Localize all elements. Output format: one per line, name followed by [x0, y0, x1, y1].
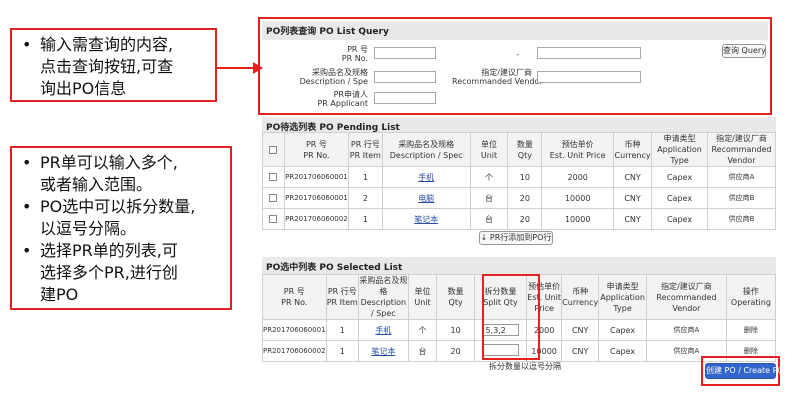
split-qty-highlight: [482, 274, 540, 360]
pr-item-cell: 1: [347, 166, 383, 188]
select-all-checkbox-cell[interactable]: [262, 132, 285, 167]
split-note: 拆分数量以逗号分隔: [489, 362, 561, 371]
col-unit: 单位 Unit: [407, 274, 438, 320]
range-dash: -: [516, 50, 520, 59]
qty-cell: 10: [436, 319, 475, 341]
col-app-type: 申请类型 Application Type: [651, 132, 708, 167]
col-qty: 数量 Qty: [507, 132, 543, 167]
col-pr-item: PR 行号 PR Item: [347, 132, 383, 167]
type-cell: Capex: [598, 340, 647, 362]
pr-no-cell: PR201706060002: [283, 208, 349, 230]
description-link[interactable]: 笔记本: [371, 347, 395, 356]
create-po-button[interactable]: 创建 PO / Create PO: [705, 363, 784, 379]
callout-query-tip: • 输入需查询的内容, 点击查询按钮,可查 询出PO信息: [10, 28, 217, 102]
col-currency: 币种 Currency: [613, 132, 653, 167]
unit-cell: 个: [469, 166, 509, 188]
qty-cell: 20: [436, 340, 475, 362]
pending-table: PR 号 PR No. PR 行号 PR Item 采购品名及规格 Descripti…: [262, 132, 777, 230]
unit-cell: 台: [469, 187, 509, 209]
pr-item-cell: 1: [325, 340, 360, 362]
query-button[interactable]: 查询 Query: [722, 44, 766, 58]
pr-number-to-input[interactable]: [537, 47, 641, 59]
col-vendor: 指定/建议厂商 Recommanded Vendor: [706, 132, 777, 167]
col-operating: 操作 Operating: [725, 274, 777, 320]
description-link[interactable]: 手机: [375, 326, 391, 335]
pr-number-label: PR 号 PR No.: [341, 45, 368, 63]
qty-cell: 10: [507, 166, 543, 188]
vendor-cell: 供应商B: [706, 187, 777, 209]
pr-number-from-input[interactable]: [374, 47, 436, 59]
query-panel-title: PO列表查询 PO List Query: [262, 21, 768, 40]
price-cell: 10000: [541, 208, 615, 230]
spec-input[interactable]: [374, 71, 436, 83]
type-cell: Capex: [651, 166, 708, 188]
type-cell: Capex: [651, 208, 708, 230]
price-cell: 2000: [541, 166, 615, 188]
applicant-input[interactable]: [374, 92, 436, 104]
pr-item-cell: 1: [347, 208, 383, 230]
pending-header-row: PR 号 PR No. PR 行号 PR Item 采购品名及规格 Descripti…: [262, 132, 777, 167]
qty-cell: 20: [507, 208, 543, 230]
currency-cell: CNY: [613, 187, 653, 209]
table-row[interactable]: PR201706060002 1 笔记本 台 20 10000 CNY Cape…: [262, 208, 777, 230]
qty-cell: 20: [507, 187, 543, 209]
unit-cell: 台: [469, 208, 509, 230]
currency-cell: CNY: [561, 319, 600, 341]
bullet: •: [22, 35, 32, 54]
type-cell: Capex: [598, 319, 647, 341]
callout-arrow-line: [217, 67, 257, 69]
add-to-po-button[interactable]: ↓ PR行添加到PO行: [479, 231, 553, 245]
col-pr-item: PR 行号 PR Item: [325, 274, 360, 320]
currency-cell: CNY: [613, 208, 653, 230]
pr-no-cell: PR201706060001: [283, 187, 349, 209]
row-checkbox[interactable]: [269, 173, 278, 181]
col-unit: 单位 Unit: [469, 132, 509, 167]
unit-cell: 台: [407, 340, 438, 362]
table-row[interactable]: PR201706060001 2 电脑 台 20 10000 CNY Capex…: [262, 187, 777, 209]
tip-pr-input: • PR单可以输入多个, 或者输入范围。: [22, 153, 178, 194]
currency-cell: CNY: [613, 166, 653, 188]
spec-label: 采购品名及规格 Description / Spe: [299, 68, 368, 86]
table-row[interactable]: PR201706060001 1 手机 个 10 2000 CNY Capex …: [262, 166, 777, 188]
col-qty: 数量 Qty: [436, 274, 475, 320]
vendor-cell: 供应商B: [706, 208, 777, 230]
col-est-price: 预估单价 Est. Unit Price: [541, 132, 615, 167]
col-pr-no: PR 号 PR No.: [283, 132, 349, 167]
vendor-label: 指定/建议厂商 Recommanded Vendor: [452, 68, 543, 86]
callout-query-text: • 输入需查询的内容, 点击查询按钮,可查 询出PO信息: [22, 35, 174, 98]
select-all-checkbox[interactable]: [269, 145, 278, 154]
price-cell: 10000: [541, 187, 615, 209]
description-link[interactable]: 电脑: [418, 194, 434, 203]
pr-no-cell: PR201706060002: [262, 340, 327, 362]
pr-no-cell: PR201706060001: [283, 166, 349, 188]
description-link[interactable]: 手机: [418, 173, 434, 182]
vendor-input[interactable]: [537, 71, 641, 83]
col-description: 采购品名及规格 Description / Spec: [358, 274, 409, 320]
callout-usage-tips: • PR单可以输入多个, 或者输入范围。 • PO选中可以拆分数量, 以逗号分隔…: [10, 146, 232, 310]
row-checkbox[interactable]: [269, 194, 278, 202]
type-cell: Capex: [651, 187, 708, 209]
col-pr-no: PR 号 PR No.: [262, 274, 327, 320]
tip-create-po: • 选择PR单的列表,可 选择多个PR,进行创 建PO: [22, 241, 178, 304]
tip-split-qty: • PO选中可以拆分数量, 以逗号分隔。: [22, 197, 196, 238]
vendor-cell: 供应商A: [645, 319, 727, 341]
pr-item-cell: 2: [347, 187, 383, 209]
row-checkbox[interactable]: [269, 215, 278, 223]
unit-cell: 个: [407, 319, 438, 341]
col-vendor: 指定/建议厂商 Recommanded Vendor: [645, 274, 727, 320]
applicant-label: PR申请人 PR Applicant: [317, 90, 368, 108]
pr-no-cell: PR201706060001: [262, 319, 327, 341]
pr-item-cell: 1: [325, 319, 360, 341]
col-description: 采购品名及规格 Description / Spec: [381, 132, 471, 167]
col-currency: 币种 Currency: [561, 274, 600, 320]
currency-cell: CNY: [561, 340, 600, 362]
delete-button[interactable]: 删除: [725, 319, 777, 341]
vendor-cell: 供应商A: [706, 166, 777, 188]
col-app-type: 申请类型 Application Type: [598, 274, 647, 320]
description-link[interactable]: 笔记本: [414, 215, 438, 224]
